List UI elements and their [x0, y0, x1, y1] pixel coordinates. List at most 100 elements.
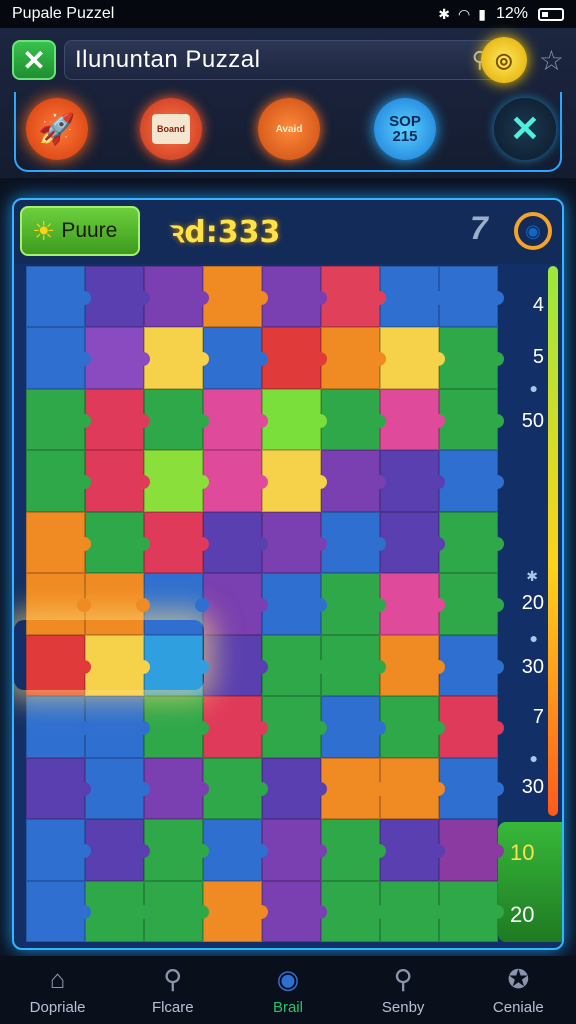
- puzzle-piece[interactable]: [85, 573, 150, 635]
- puzzle-piece[interactable]: [26, 388, 91, 451]
- puzzle-piece[interactable]: [439, 450, 504, 512]
- bonus-panel[interactable]: 10 20: [498, 822, 562, 942]
- puzzle-piece[interactable]: [203, 573, 268, 635]
- puzzle-piece[interactable]: [262, 266, 327, 328]
- puzzle-piece[interactable]: [321, 450, 386, 512]
- puzzle-piece[interactable]: [203, 634, 268, 697]
- puzzle-piece[interactable]: [26, 450, 91, 512]
- puzzle-piece[interactable]: [380, 819, 445, 881]
- puzzle-piece[interactable]: [321, 573, 386, 635]
- puzzle-piece[interactable]: [321, 757, 386, 820]
- pause-button[interactable]: ☀ Puure: [20, 206, 140, 256]
- nav-item-search[interactable]: ⚲ Flcare: [123, 964, 223, 1016]
- puzzle-piece[interactable]: [380, 880, 445, 942]
- puzzle-piece[interactable]: [85, 757, 150, 820]
- puzzle-piece[interactable]: [203, 266, 268, 328]
- board-button[interactable]: Boand: [140, 98, 202, 160]
- puzzle-piece[interactable]: [262, 573, 327, 635]
- hint-button[interactable]: Avaid: [258, 98, 320, 160]
- puzzle-piece[interactable]: [439, 634, 504, 697]
- shuffle-button[interactable]: ✕: [494, 98, 556, 160]
- puzzle-piece[interactable]: [144, 327, 209, 389]
- puzzle-piece[interactable]: [26, 573, 91, 635]
- puzzle-piece[interactable]: [439, 880, 504, 942]
- puzzle-piece[interactable]: [144, 696, 209, 758]
- puzzle-piece[interactable]: [26, 757, 91, 820]
- favorite-star-icon[interactable]: ☆: [539, 44, 564, 77]
- puzzle-piece[interactable]: [262, 696, 327, 758]
- puzzle-piece[interactable]: [380, 327, 445, 389]
- puzzle-piece[interactable]: [203, 388, 268, 451]
- rocket-button[interactable]: 🚀: [26, 98, 88, 160]
- puzzle-piece[interactable]: [262, 880, 327, 942]
- puzzle-piece[interactable]: [321, 388, 386, 451]
- score-button[interactable]: SOP 215: [374, 98, 436, 160]
- coin-button[interactable]: ◎: [480, 37, 527, 83]
- puzzle-piece[interactable]: [321, 511, 386, 574]
- puzzle-piece[interactable]: [203, 757, 268, 820]
- puzzle-grid[interactable]: [26, 266, 504, 942]
- puzzle-piece[interactable]: [144, 266, 209, 328]
- puzzle-piece[interactable]: [203, 450, 268, 512]
- puzzle-piece[interactable]: [203, 327, 268, 389]
- puzzle-piece[interactable]: [380, 266, 445, 328]
- puzzle-piece[interactable]: [26, 880, 91, 942]
- puzzle-piece[interactable]: [262, 819, 327, 881]
- puzzle-piece[interactable]: [439, 266, 504, 328]
- puzzle-piece[interactable]: [144, 880, 209, 942]
- puzzle-piece[interactable]: [26, 696, 91, 758]
- puzzle-piece[interactable]: [85, 266, 150, 328]
- puzzle-piece[interactable]: [203, 819, 268, 881]
- puzzle-piece[interactable]: [262, 450, 327, 512]
- puzzle-piece[interactable]: [26, 819, 91, 881]
- puzzle-piece[interactable]: [144, 634, 209, 697]
- puzzle-piece[interactable]: [85, 819, 150, 881]
- puzzle-piece[interactable]: [262, 511, 327, 574]
- puzzle-piece[interactable]: [380, 696, 445, 758]
- puzzle-piece[interactable]: [380, 450, 445, 512]
- puzzle-piece[interactable]: [203, 511, 268, 574]
- puzzle-piece[interactable]: [262, 327, 327, 389]
- puzzle-piece[interactable]: [380, 573, 445, 635]
- puzzle-piece[interactable]: [321, 819, 386, 881]
- puzzle-piece[interactable]: [85, 327, 150, 389]
- puzzle-piece[interactable]: [262, 757, 327, 820]
- puzzle-piece[interactable]: [439, 573, 504, 635]
- puzzle-piece[interactable]: [85, 634, 150, 697]
- puzzle-piece[interactable]: [26, 327, 91, 389]
- puzzle-piece[interactable]: [85, 450, 150, 512]
- puzzle-piece[interactable]: [26, 634, 91, 697]
- puzzle-piece[interactable]: [26, 511, 91, 574]
- puzzle-piece[interactable]: [144, 388, 209, 451]
- close-button[interactable]: ✕: [12, 40, 56, 80]
- puzzle-piece[interactable]: [321, 880, 386, 942]
- nav-item-senby[interactable]: ⚲ Senby: [353, 964, 453, 1016]
- puzzle-piece[interactable]: [321, 266, 386, 328]
- puzzle-piece[interactable]: [380, 634, 445, 697]
- puzzle-piece[interactable]: [439, 511, 504, 574]
- puzzle-piece[interactable]: [144, 450, 209, 512]
- puzzle-piece[interactable]: [144, 819, 209, 881]
- puzzle-piece[interactable]: [144, 511, 209, 574]
- puzzle-piece[interactable]: [203, 880, 268, 942]
- nav-item-brail[interactable]: ◉ Brail: [238, 964, 338, 1016]
- nav-item-ceniale[interactable]: ✪ Ceniale: [468, 964, 568, 1016]
- puzzle-piece[interactable]: [439, 327, 504, 389]
- puzzle-piece[interactable]: [85, 388, 150, 451]
- puzzle-piece[interactable]: [321, 327, 386, 389]
- puzzle-piece[interactable]: [321, 634, 386, 697]
- puzzle-piece[interactable]: [203, 696, 268, 758]
- puzzle-piece[interactable]: [439, 696, 504, 758]
- puzzle-piece[interactable]: [439, 388, 504, 451]
- puzzle-piece[interactable]: [85, 511, 150, 574]
- puzzle-piece[interactable]: [144, 757, 209, 820]
- puzzle-piece[interactable]: [262, 634, 327, 697]
- puzzle-piece[interactable]: [380, 388, 445, 451]
- target-icon[interactable]: ◉: [514, 212, 552, 250]
- puzzle-piece[interactable]: [85, 696, 150, 758]
- puzzle-piece[interactable]: [439, 757, 504, 820]
- puzzle-piece[interactable]: [380, 511, 445, 574]
- puzzle-piece[interactable]: [321, 696, 386, 758]
- puzzle-piece[interactable]: [85, 880, 150, 942]
- puzzle-piece[interactable]: [144, 573, 209, 635]
